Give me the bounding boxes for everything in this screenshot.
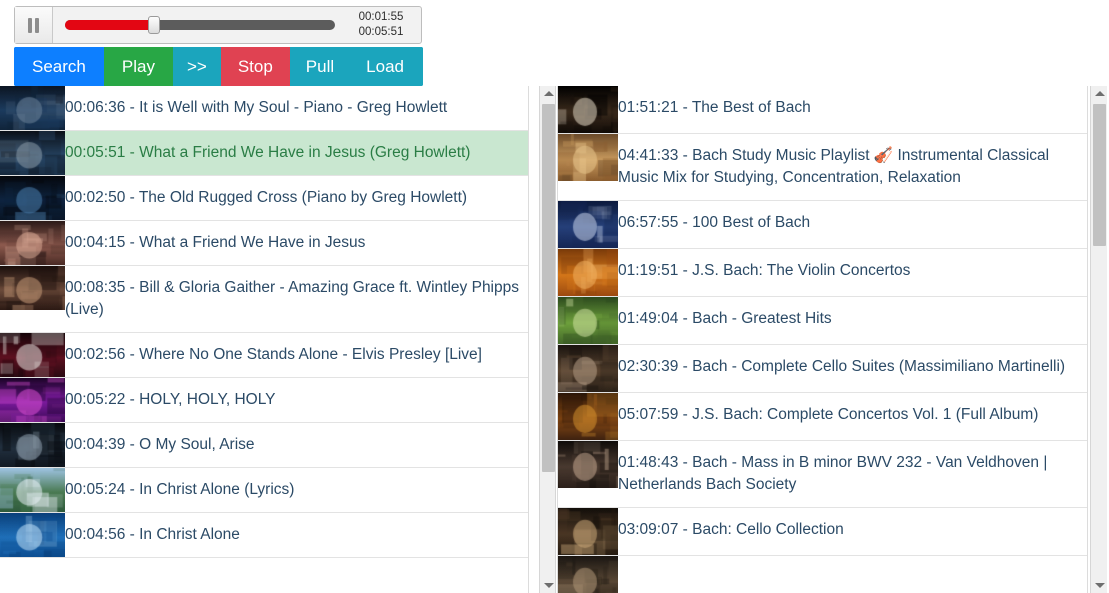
local-playlist[interactable]: 00:06:36 - It is Well with My Soul - Pia… xyxy=(0,86,529,593)
playlist-row-label: 01:48:43 - Bach - Mass in B minor BWV 23… xyxy=(618,454,1048,493)
playlist-row-label: 02:30:39 - Bach - Complete Cello Suites … xyxy=(618,358,1066,375)
playlist-row-label: 00:02:56 - Where No One Stands Alone - E… xyxy=(65,346,482,363)
stop-button[interactable]: Stop xyxy=(220,47,290,86)
playlist-row[interactable]: 00:02:50 - The Old Rugged Cross (Piano b… xyxy=(0,176,528,221)
playlist-row[interactable]: 00:04:15 - What a Friend We Have in Jesu… xyxy=(0,221,528,266)
load-button[interactable]: Load xyxy=(350,47,420,86)
media-player-app: 00:01:55 00:05:51 Search Play >> Stop Pu… xyxy=(0,0,1109,593)
playlist-row-label: 00:02:50 - The Old Rugged Cross (Piano b… xyxy=(65,189,468,206)
triangle-down-icon xyxy=(543,583,554,588)
playlist-row[interactable]: 01:51:21 - The Best of Bach xyxy=(558,86,1087,134)
pause-button[interactable] xyxy=(15,7,53,43)
playlist-row[interactable]: 06:57:55 - 100 Best of Bach xyxy=(558,201,1087,249)
video-thumbnail[interactable] xyxy=(0,513,65,557)
playlist-row-label: 00:08:35 - Bill & Gloria Gaither - Amazi… xyxy=(65,279,519,318)
playlist-row-label: 00:04:56 - In Christ Alone xyxy=(65,526,240,543)
video-thumbnail[interactable] xyxy=(0,333,65,377)
video-thumbnail[interactable] xyxy=(558,345,618,392)
playlist-row[interactable]: 02:30:39 - Bach - Complete Cello Suites … xyxy=(558,345,1087,393)
playlist-row[interactable]: 01:19:51 - J.S. Bach: The Violin Concert… xyxy=(558,249,1087,297)
video-thumbnail[interactable] xyxy=(558,134,618,181)
video-thumbnail[interactable] xyxy=(558,201,618,248)
video-thumbnail[interactable] xyxy=(0,86,65,130)
triangle-down-icon xyxy=(1094,583,1105,588)
pause-icon xyxy=(28,17,39,33)
playlist-row[interactable]: 00:05:51 - What a Friend We Have in Jesu… xyxy=(0,131,528,176)
seek-handle[interactable] xyxy=(148,16,161,34)
search-results-scrollbar[interactable] xyxy=(1090,86,1107,593)
video-thumbnail[interactable] xyxy=(558,297,618,344)
video-thumbnail[interactable] xyxy=(0,176,65,220)
current-time: 00:01:55 xyxy=(358,11,404,23)
play-button[interactable]: Play xyxy=(103,47,173,86)
video-thumbnail[interactable] xyxy=(0,468,65,512)
playlist-row-label: 06:57:55 - 100 Best of Bach xyxy=(618,214,811,231)
playlist-row-label: 00:04:39 - O My Soul, Arise xyxy=(65,436,255,453)
video-thumbnail[interactable] xyxy=(558,556,618,593)
triangle-up-icon xyxy=(1094,91,1105,96)
playlist-row[interactable]: 01:49:04 - Bach - Greatest Hits xyxy=(558,297,1087,345)
playlist-row[interactable]: 00:02:56 - Where No One Stands Alone - E… xyxy=(0,333,528,378)
playlist-row-label: 00:05:22 - HOLY, HOLY, HOLY xyxy=(65,391,276,408)
save-button[interactable]: Save xyxy=(419,47,423,86)
playlist-row-label: 01:19:51 - J.S. Bach: The Violin Concert… xyxy=(618,262,911,279)
playlist-row[interactable]: 00:05:22 - HOLY, HOLY, HOLY xyxy=(0,378,528,423)
playlist-row[interactable]: 04:41:33 - Bach Study Music Playlist 🎻 I… xyxy=(558,134,1087,201)
playlist-row-label xyxy=(558,556,1087,578)
video-thumbnail[interactable] xyxy=(0,221,65,265)
triangle-up-icon xyxy=(543,91,554,96)
action-toolbar: Search Play >> Stop Pull Load Save xyxy=(14,47,423,86)
playlist-row-label: 01:49:04 - Bach - Greatest Hits xyxy=(618,310,832,327)
playlist-row-label: 00:06:36 - It is Well with My Soul - Pia… xyxy=(65,99,448,116)
playlist-row[interactable]: 00:08:35 - Bill & Gloria Gaither - Amazi… xyxy=(0,266,528,333)
total-time: 00:05:51 xyxy=(358,26,404,38)
playlist-row[interactable]: 00:05:24 - In Christ Alone (Lyrics) xyxy=(0,468,528,513)
video-thumbnail[interactable] xyxy=(558,249,618,296)
playlist-row[interactable] xyxy=(558,556,1087,593)
playlist-row-label: 01:51:21 - The Best of Bach xyxy=(618,99,811,116)
seek-slider[interactable] xyxy=(65,16,335,34)
search-button[interactable]: Search xyxy=(14,47,104,86)
fast-forward-button[interactable]: >> xyxy=(172,47,221,86)
scroll-up-button[interactable] xyxy=(1091,86,1108,101)
video-thumbnail[interactable] xyxy=(0,423,65,467)
video-thumbnail[interactable] xyxy=(558,393,618,440)
playlist-row-label: 04:41:33 - Bach Study Music Playlist 🎻 I… xyxy=(618,147,1050,186)
playlist-row[interactable]: 01:48:43 - Bach - Mass in B minor BWV 23… xyxy=(558,441,1087,508)
playlist-row[interactable]: 05:07:59 - J.S. Bach: Complete Concertos… xyxy=(558,393,1087,441)
video-thumbnail[interactable] xyxy=(0,378,65,422)
seek-area xyxy=(53,7,345,43)
seek-progress-fill xyxy=(65,20,155,30)
search-results-list[interactable]: 01:51:21 - The Best of Bach 04:41:33 - Ba… xyxy=(557,86,1088,593)
video-thumbnail[interactable] xyxy=(0,131,65,175)
playlist-row-label: 00:04:15 - What a Friend We Have in Jesu… xyxy=(65,234,366,251)
playlist-row-label: 00:05:24 - In Christ Alone (Lyrics) xyxy=(65,481,295,498)
local-playlist-scrollbar[interactable] xyxy=(539,86,556,593)
video-thumbnail[interactable] xyxy=(558,441,618,488)
player-control-bar: 00:01:55 00:05:51 xyxy=(14,6,422,44)
playlist-row-label: 03:09:07 - Bach: Cello Collection xyxy=(618,521,844,538)
playlist-row[interactable]: 00:04:56 - In Christ Alone xyxy=(0,513,528,558)
time-display: 00:01:55 00:05:51 xyxy=(345,7,421,43)
scroll-down-button[interactable] xyxy=(540,578,557,593)
playlist-row[interactable]: 00:04:39 - O My Soul, Arise xyxy=(0,423,528,468)
scrollbar-thumb[interactable] xyxy=(542,104,555,472)
video-thumbnail[interactable] xyxy=(558,86,618,133)
scroll-up-button[interactable] xyxy=(540,86,557,101)
scroll-down-button[interactable] xyxy=(1091,578,1108,593)
video-thumbnail[interactable] xyxy=(0,266,65,310)
playlist-row-label: 00:05:51 - What a Friend We Have in Jesu… xyxy=(65,144,471,161)
playlist-row[interactable]: 00:06:36 - It is Well with My Soul - Pia… xyxy=(0,86,528,131)
scrollbar-thumb[interactable] xyxy=(1093,104,1106,246)
playlist-row-label: 05:07:59 - J.S. Bach: Complete Concertos… xyxy=(618,406,1039,423)
pull-button[interactable]: Pull xyxy=(289,47,351,86)
video-thumbnail[interactable] xyxy=(558,508,618,555)
playlist-row[interactable]: 03:09:07 - Bach: Cello Collection xyxy=(558,508,1087,556)
